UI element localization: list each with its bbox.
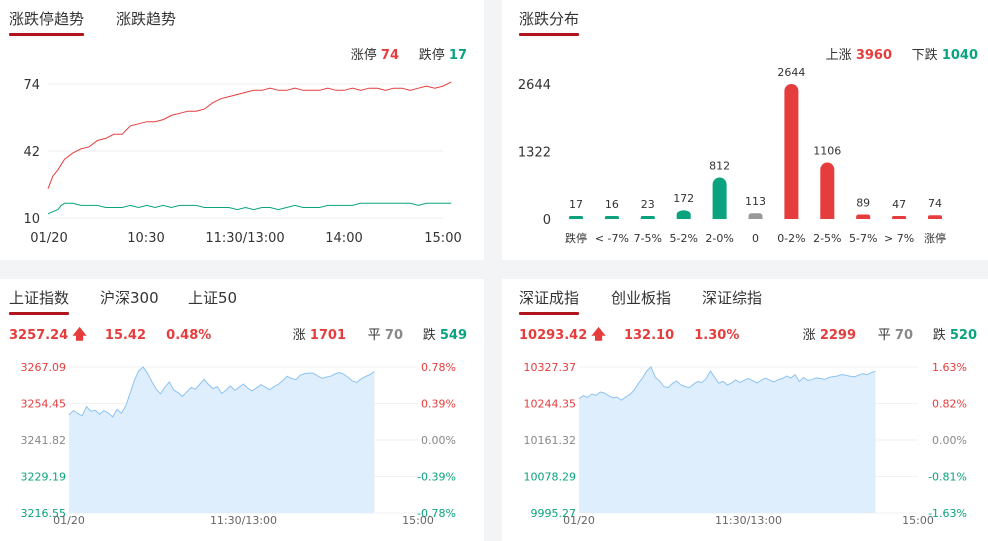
y-tick-right: 0.00% bbox=[421, 434, 456, 447]
x-tick-label: 15:00 bbox=[902, 514, 934, 527]
bar-base bbox=[569, 217, 583, 219]
bar-base bbox=[820, 212, 835, 219]
category-label: 0-2% bbox=[777, 232, 805, 245]
bar-base bbox=[676, 214, 691, 219]
limit-up-line bbox=[47, 81, 452, 189]
y-tick-right: 0.00% bbox=[932, 434, 967, 447]
bar-base bbox=[892, 217, 907, 219]
category-label: 0 bbox=[752, 232, 759, 245]
y-tick-left: 3254.45 bbox=[21, 398, 67, 411]
y-tick-left: 10161.32 bbox=[524, 434, 577, 447]
bar-base bbox=[748, 216, 763, 219]
y-tick-right: 1.63% bbox=[932, 361, 967, 374]
limit-trend-panel: 涨跌停趋势 涨跌趋势 涨停 74 跌停 17 74 42 10 01/20 10:30 1… bbox=[0, 0, 484, 260]
y-tick-label: 10 bbox=[23, 212, 40, 227]
y-tick-left: 10327.37 bbox=[524, 361, 577, 374]
data-label: 47 bbox=[892, 198, 906, 211]
data-label: 16 bbox=[605, 198, 619, 211]
y-tick-left: 10078.29 bbox=[524, 471, 577, 484]
bar bbox=[784, 84, 799, 219]
bar-base bbox=[604, 217, 619, 219]
x-tick-label: 10:30 bbox=[127, 231, 164, 246]
category-label: > 7% bbox=[884, 232, 914, 245]
y-tick-right: -0.81% bbox=[928, 471, 967, 484]
bar-base bbox=[928, 217, 942, 219]
data-label: 2644 bbox=[777, 66, 805, 79]
y-tick-label: 74 bbox=[23, 78, 40, 93]
y-tick-right: 0.82% bbox=[932, 398, 967, 411]
x-tick-label: 14:00 bbox=[325, 231, 362, 246]
price-area bbox=[579, 367, 876, 513]
bar-base bbox=[712, 212, 727, 219]
data-label: 172 bbox=[673, 192, 694, 205]
x-tick-label: 11:30/13:00 bbox=[715, 514, 782, 527]
bar-base bbox=[784, 212, 799, 219]
x-tick-label: 01/20 bbox=[563, 514, 595, 527]
data-label: 113 bbox=[745, 195, 766, 208]
category-label: 5-7% bbox=[849, 232, 877, 245]
y-tick-right: -0.39% bbox=[417, 471, 456, 484]
category-label: 5-2% bbox=[669, 232, 697, 245]
y-tick-left: 3267.09 bbox=[21, 361, 67, 374]
y-tick-left: 3229.19 bbox=[21, 471, 67, 484]
x-tick-label: 01/20 bbox=[30, 231, 67, 246]
category-label: 2-5% bbox=[813, 232, 841, 245]
y-tick-label: 1322 bbox=[518, 146, 551, 161]
y-tick-right: -1.63% bbox=[928, 507, 967, 520]
sh-index-chart: 3267.09 0.78% 3254.45 0.39% 3241.82 0.00% 3229… bbox=[21, 361, 457, 527]
sz-index-chart: 10327.37 1.63% 10244.35 0.82% 10161.32 0.00% 1… bbox=[524, 361, 968, 527]
y-tick-label: 2644 bbox=[518, 78, 551, 93]
data-label: 74 bbox=[928, 197, 942, 210]
category-label: 跌停 bbox=[565, 231, 587, 245]
price-area bbox=[69, 367, 375, 513]
bar-base bbox=[856, 216, 871, 219]
x-tick-label: 01/20 bbox=[53, 514, 85, 527]
distribution-panel: 涨跌分布 上涨 3960 下跌 1040 2644 1322 0 17 跌停 16 < -7… bbox=[502, 0, 988, 260]
limit-trend-chart: 74 42 10 01/20 10:30 11:30/13:00 14:00 15:00 bbox=[23, 78, 461, 246]
category-label: 2-0% bbox=[705, 232, 733, 245]
data-label: 812 bbox=[709, 160, 730, 173]
sh-index-panel: 上证指数 沪深300 上证50 3257.24 🡅 15.42 0.48% 涨 … bbox=[0, 279, 484, 541]
y-tick-label: 0 bbox=[543, 213, 551, 228]
category-label: 7-5% bbox=[634, 232, 662, 245]
data-label: 23 bbox=[641, 198, 655, 211]
limit-down-line bbox=[47, 202, 452, 215]
bar bbox=[820, 162, 835, 219]
y-tick-left: 10244.35 bbox=[524, 398, 577, 411]
x-tick-label: 15:00 bbox=[424, 231, 461, 246]
data-label: 89 bbox=[856, 196, 870, 209]
category-label: 涨停 bbox=[924, 231, 946, 245]
data-label: 17 bbox=[569, 198, 583, 211]
x-tick-label: 11:30/13:00 bbox=[205, 231, 284, 246]
y-tick-left: 3241.82 bbox=[21, 434, 67, 447]
category-label: < -7% bbox=[595, 232, 629, 245]
data-label: 1106 bbox=[813, 145, 841, 158]
y-tick-right: 0.39% bbox=[421, 398, 456, 411]
x-tick-label: 11:30/13:00 bbox=[210, 514, 277, 527]
y-tick-right: 0.78% bbox=[421, 361, 456, 374]
x-tick-label: 15:00 bbox=[402, 514, 434, 527]
distribution-chart: 2644 1322 0 17 跌停 16 < -7% 23 7-5% 172 5-2% 812 2-0%… bbox=[518, 66, 946, 245]
sz-index-panel: 深证成指 创业板指 深证综指 10293.42 🡅 132.10 1.30% 涨… bbox=[502, 279, 988, 541]
bar-base bbox=[640, 217, 655, 219]
y-tick-label: 42 bbox=[23, 145, 40, 160]
